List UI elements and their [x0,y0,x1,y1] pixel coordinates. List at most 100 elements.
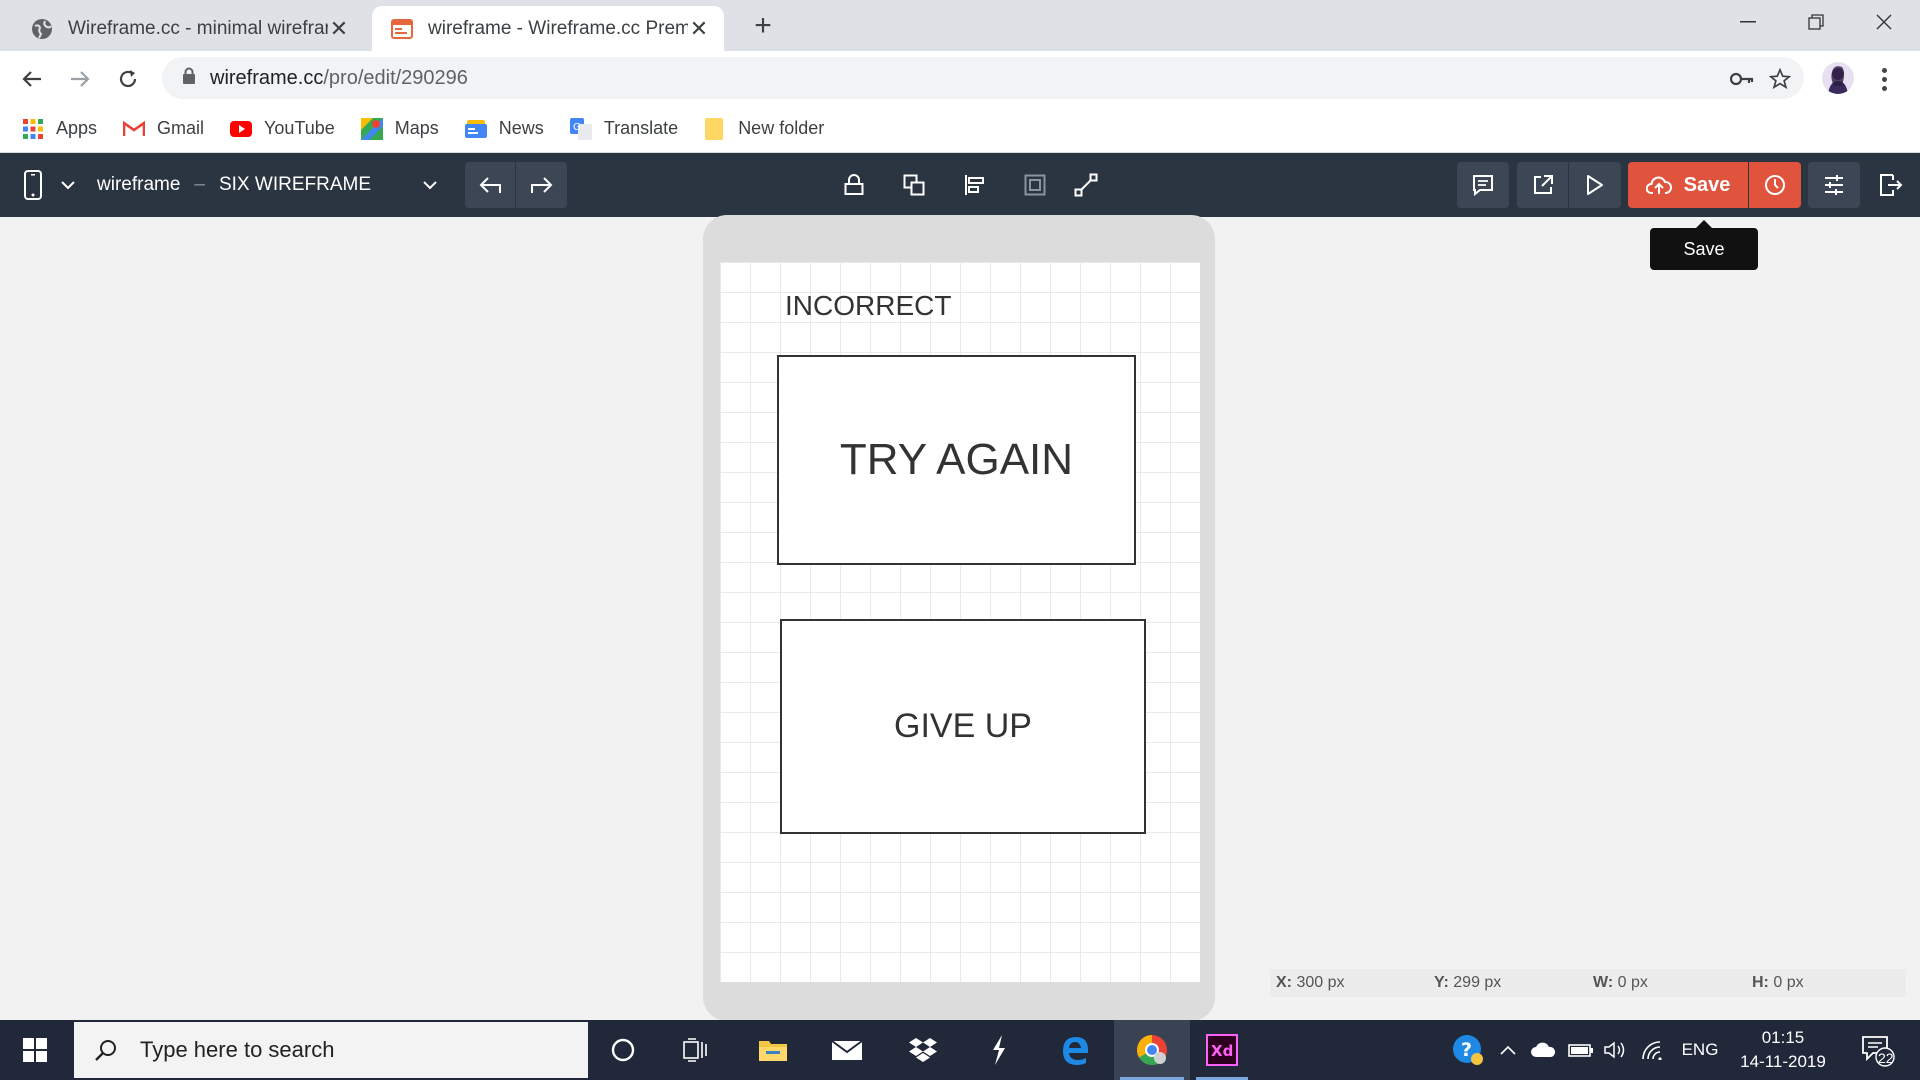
globe-icon [30,17,54,41]
redo-icon[interactable] [516,162,567,208]
help-icon[interactable]: ? [1448,1020,1488,1080]
battery-icon[interactable] [1566,1020,1596,1080]
tab-title: wireframe - Wireframe.cc Premiu [428,17,688,39]
duplicate-icon[interactable] [900,171,928,199]
give-up-text: GIVE UP [894,707,1032,745]
external-link-icon[interactable] [1517,162,1569,208]
profile-avatar[interactable] [1822,62,1854,94]
mail-icon[interactable] [812,1020,882,1080]
save-button[interactable]: Save [1628,162,1748,208]
bookmark-label: News [498,118,544,138]
system-clock[interactable]: 01:15 14-11-2019 [1728,1026,1838,1074]
wireframe-favicon-icon [390,17,414,41]
exit-icon[interactable] [1876,171,1906,199]
show-hidden-icons-chevron-icon[interactable] [1496,1020,1520,1080]
svg-text:?: ? [1461,1039,1472,1061]
windows-taskbar: Type here to search Xd ? ENG 01:15 14-11… [0,1020,1920,1080]
forward-button[interactable] [64,63,96,95]
bookmark-maps[interactable]: Maps [360,117,439,140]
gmail-icon [123,118,146,140]
key-icon[interactable] [1726,63,1758,95]
close-window-button[interactable] [1854,0,1914,44]
taskbar-search-box[interactable]: Type here to search [74,1022,588,1078]
settings-group [1808,162,1860,208]
reload-button[interactable] [112,63,144,95]
address-bar[interactable]: wireframe.cc/pro/edit/290296 [162,57,1804,99]
browser-menu-icon[interactable] [1874,63,1894,95]
lock-icon [182,67,196,89]
x-coordinate: X: 300 px [1276,974,1345,991]
cortana-icon[interactable] [588,1020,658,1080]
close-tab-icon[interactable]: ✕ [688,17,710,40]
undo-redo-group [465,162,567,208]
incorrect-label[interactable]: INCORRECT [785,290,951,322]
tab-wireframe-premium[interactable]: wireframe - Wireframe.cc Premiu ✕ [372,6,724,51]
chevron-down-icon[interactable] [58,175,78,195]
project-name[interactable]: wireframe [97,174,180,196]
browser-tab-strip: Wireframe.cc - minimal wirefram ✕ wirefr… [0,0,1920,51]
undo-icon[interactable] [465,162,516,208]
browser-navbar: wireframe.cc/pro/edit/290296 [0,51,1920,105]
bookmark-translate[interactable]: G Translate [569,117,679,140]
youtube-icon [230,118,253,140]
notifications-icon[interactable]: 22 [1852,1020,1902,1080]
share-preview-group [1517,162,1621,208]
adobe-xd-icon[interactable]: Xd [1190,1020,1254,1080]
minimize-button[interactable] [1718,0,1778,44]
news-icon [464,118,487,140]
onedrive-cloud-icon[interactable] [1528,1020,1558,1080]
close-tab-icon[interactable]: ✕ [328,17,350,40]
chrome-taskbar-icon[interactable] [1114,1020,1190,1080]
play-preview-icon[interactable] [1569,162,1621,208]
clock-icon [1765,175,1785,195]
bookmark-label: Maps [394,118,439,138]
clock-time: 01:15 [1761,1028,1805,1047]
align-icon[interactable] [961,171,989,199]
cloud-upload-icon [1645,176,1672,194]
width-value: W: 0 px [1593,974,1648,991]
wifi-icon[interactable] [1638,1020,1668,1080]
restore-button[interactable] [1786,0,1846,44]
bookmark-new-folder[interactable]: New folder [704,117,824,140]
bookmark-youtube[interactable]: YouTube [230,118,335,140]
file-explorer-icon[interactable] [738,1020,808,1080]
svg-text:G: G [573,122,581,133]
history-button[interactable] [1749,162,1801,208]
windows-start-icon[interactable] [0,1020,70,1080]
page-name[interactable]: SIX WIREFRAME [219,174,371,196]
new-tab-button[interactable]: + [748,11,778,42]
bookmark-label: Translate [603,118,679,138]
task-view-icon[interactable] [660,1020,730,1080]
give-up-box[interactable]: GIVE UP [780,619,1146,834]
bookmark-gmail[interactable]: Gmail [123,118,204,140]
edge-browser-icon[interactable] [1040,1020,1110,1080]
try-again-text: TRY AGAIN [839,435,1074,484]
page-dropdown-chevron-icon[interactable] [420,175,440,195]
back-button[interactable] [16,63,48,95]
y-coordinate: Y: 299 px [1434,974,1502,991]
sublime-lightning-icon[interactable] [964,1020,1034,1080]
language-indicator[interactable]: ENG [1676,1020,1724,1080]
breadcrumb: wireframe – SIX WIREFRAME [97,153,371,217]
search-icon [95,1040,116,1061]
sliders-settings-icon[interactable] [1808,162,1860,208]
bookmarks-bar: Apps Gmail YouTube Maps News G Translate [0,105,1920,153]
comments-group [1457,162,1509,208]
volume-icon[interactable] [1600,1020,1630,1080]
bookmark-apps[interactable]: Apps [22,118,97,140]
bookmark-news[interactable]: News [464,118,544,140]
folder-icon [704,117,726,140]
tab-wireframe-cc[interactable]: Wireframe.cc - minimal wirefram ✕ [12,6,364,51]
height-value: H: 0 px [1752,974,1804,991]
group-icon[interactable] [1021,171,1049,199]
save-tooltip: Save [1650,220,1758,270]
mobile-device-icon[interactable] [20,169,46,201]
dropbox-icon[interactable] [888,1020,958,1080]
lock-element-icon[interactable] [840,171,868,199]
resize-handles-icon[interactable] [1072,171,1100,199]
try-again-box[interactable]: TRY AGAIN [777,355,1136,565]
comment-icon[interactable] [1457,162,1509,208]
notification-count: 22 [1878,1050,1894,1066]
tab-title: Wireframe.cc - minimal wirefram [68,17,328,39]
bookmark-star-icon[interactable] [1764,63,1796,95]
